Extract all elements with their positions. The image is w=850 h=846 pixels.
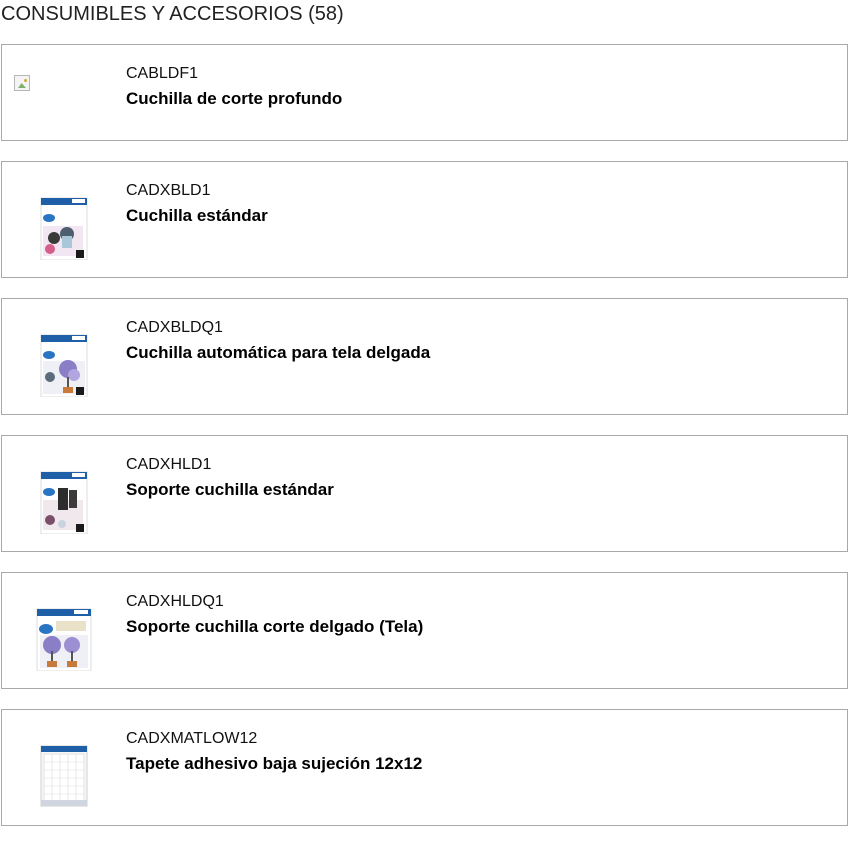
product-code[interactable]: CADXHLD1 bbox=[126, 455, 211, 475]
mat-package-icon bbox=[40, 745, 88, 807]
product-name[interactable]: Soporte cuchilla estándar bbox=[126, 480, 334, 500]
broken-image-icon[interactable] bbox=[14, 75, 32, 93]
product-image[interactable] bbox=[32, 607, 92, 672]
product-card[interactable]: CADXHLDQ1 Soporte cuchilla corte delgado… bbox=[1, 572, 848, 689]
product-code[interactable]: CADXMATLOW12 bbox=[126, 729, 257, 749]
product-code[interactable]: CABLDF1 bbox=[126, 64, 198, 84]
blade-package-icon bbox=[40, 334, 88, 398]
product-name[interactable]: Soporte cuchilla corte delgado (Tela) bbox=[126, 617, 423, 637]
product-name[interactable]: Cuchilla estándar bbox=[126, 206, 268, 226]
product-name[interactable]: Tapete adhesivo baja sujeción 12x12 bbox=[126, 754, 422, 774]
holder-package-icon bbox=[40, 471, 88, 535]
product-card[interactable]: CABLDF1 Cuchilla de corte profundo bbox=[1, 44, 848, 141]
product-image[interactable] bbox=[32, 744, 92, 808]
product-code[interactable]: CADXBLDQ1 bbox=[126, 318, 223, 338]
product-name[interactable]: Cuchilla automática para tela delgada bbox=[126, 343, 430, 363]
product-code[interactable]: CADXBLD1 bbox=[126, 181, 210, 201]
blade-package-icon bbox=[40, 197, 88, 261]
product-card[interactable]: CADXBLDQ1 Cuchilla automática para tela … bbox=[1, 298, 848, 415]
product-image[interactable] bbox=[32, 470, 92, 535]
product-code[interactable]: CADXHLDQ1 bbox=[126, 592, 224, 612]
product-image[interactable] bbox=[32, 196, 92, 261]
product-list: CABLDF1 Cuchilla de corte profundo CADXB… bbox=[1, 44, 848, 846]
product-card[interactable]: CADXBLD1 Cuchilla estándar bbox=[1, 161, 848, 278]
product-card[interactable]: CADXMATLOW12 Tapete adhesivo baja sujeci… bbox=[1, 709, 848, 826]
product-name[interactable]: Cuchilla de corte profundo bbox=[126, 89, 342, 109]
product-card[interactable]: CADXHLD1 Soporte cuchilla estándar bbox=[1, 435, 848, 552]
holder-package-icon bbox=[36, 608, 92, 672]
section-title: CONSUMIBLES Y ACCESORIOS (58) bbox=[1, 3, 344, 25]
product-image[interactable] bbox=[32, 333, 92, 398]
